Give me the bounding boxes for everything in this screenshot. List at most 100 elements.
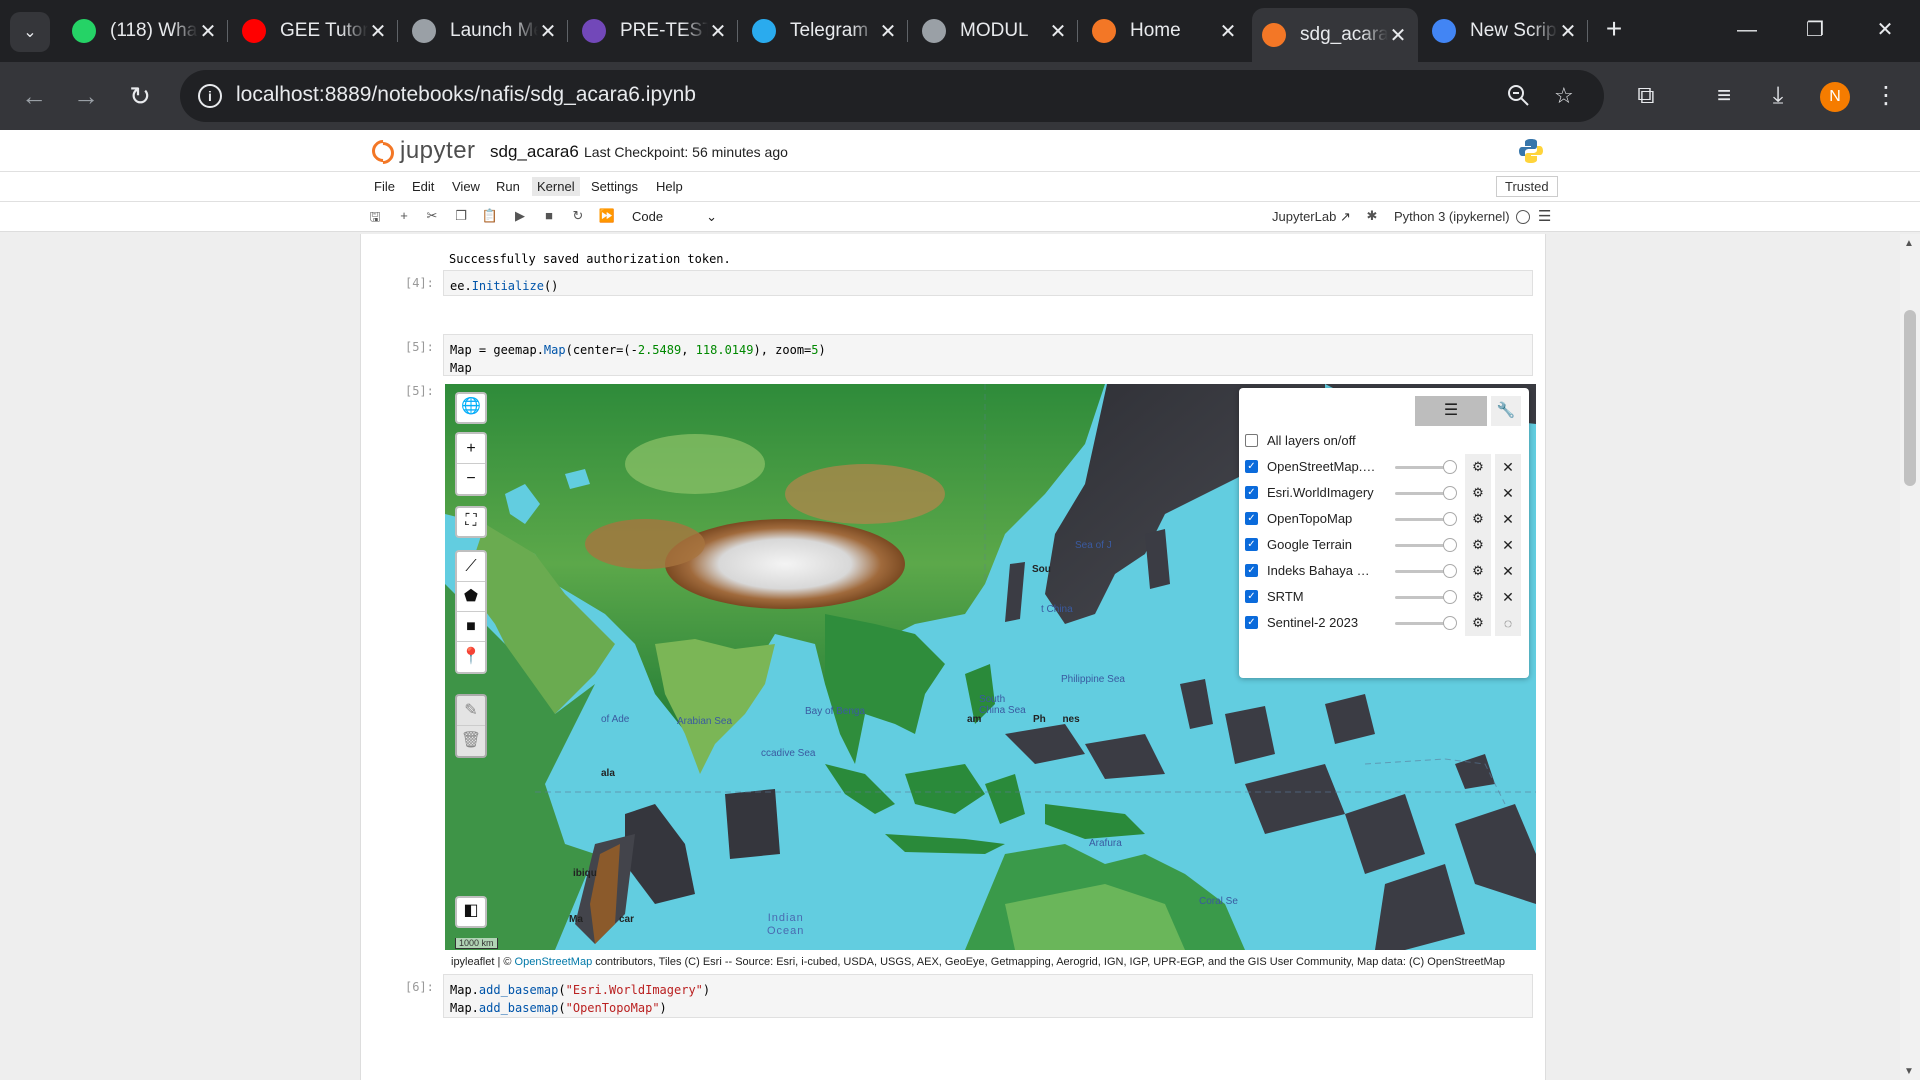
menu-run[interactable]: Run: [496, 179, 520, 194]
browser-tab[interactable]: PRE-TEST ✕: [572, 8, 738, 54]
menu-kernel[interactable]: Kernel: [532, 177, 580, 196]
page-scrollbar[interactable]: ▲ ▼: [1900, 234, 1920, 1080]
cut-icon[interactable]: ✂: [422, 208, 442, 224]
forward-button[interactable]: →: [66, 76, 106, 116]
browser-tab[interactable]: GEE Tutorial✕: [232, 8, 398, 54]
slider-handle[interactable]: [1443, 538, 1457, 552]
menu-settings[interactable]: Settings: [591, 179, 638, 194]
layer-visibility-checkbox[interactable]: ✓: [1245, 460, 1258, 473]
close-tab-icon[interactable]: ✕: [1218, 19, 1238, 44]
restore-button[interactable]: ❐: [1790, 10, 1840, 50]
close-tab-icon[interactable]: ✕: [1048, 19, 1068, 44]
code-cell-5[interactable]: Map = geemap.Map(center=(-2.5489, 118.01…: [443, 334, 1533, 376]
jupyterlab-link[interactable]: JupyterLab ↗: [1272, 209, 1351, 225]
cell-type-select[interactable]: Code ⌄: [632, 209, 717, 224]
layer-visibility-checkbox[interactable]: ✓: [1245, 590, 1258, 603]
browser-tab[interactable]: New Script ✕: [1422, 8, 1588, 54]
close-window-button[interactable]: ✕: [1860, 10, 1910, 50]
back-button[interactable]: ←: [14, 76, 54, 116]
scroll-down-icon[interactable]: ▼: [1904, 1066, 1914, 1077]
gear-icon[interactable]: ⚙: [1465, 506, 1491, 532]
slider-handle[interactable]: [1443, 616, 1457, 630]
layer-visibility-checkbox[interactable]: ✓: [1245, 616, 1258, 629]
close-icon[interactable]: ✕: [1495, 480, 1521, 506]
restart-icon[interactable]: ↻: [568, 208, 588, 224]
wrench-icon[interactable]: 🔧: [1491, 396, 1521, 426]
fullscreen-icon[interactable]: ⛶: [455, 506, 487, 538]
layer-visibility-checkbox[interactable]: ✓: [1245, 486, 1258, 499]
trusted-indicator[interactable]: Trusted: [1496, 176, 1558, 197]
jupyter-logo[interactable]: jupyter: [367, 135, 476, 169]
close-tab-icon[interactable]: ✕: [708, 19, 728, 44]
close-icon[interactable]: ✕: [1495, 558, 1521, 584]
kernel-debug-icon[interactable]: ✱: [1362, 208, 1382, 224]
property-inspector-icon[interactable]: ☰: [1538, 207, 1551, 225]
slider-handle[interactable]: [1443, 460, 1457, 474]
close-icon[interactable]: ✕: [1495, 506, 1521, 532]
browser-tab[interactable]: Telegram ✕: [742, 8, 908, 54]
code-cell-6[interactable]: Map.add_basemap("Esri.WorldImagery") Map…: [443, 974, 1533, 1018]
layer-visibility-checkbox[interactable]: ✓: [1245, 564, 1258, 577]
layers-list-icon[interactable]: ☰: [1415, 396, 1487, 426]
draw-marker-icon[interactable]: 📍: [457, 642, 485, 672]
draw-rectangle-icon[interactable]: ■: [457, 612, 485, 642]
slider-handle[interactable]: [1443, 486, 1457, 500]
scrollbar-thumb[interactable]: [1904, 310, 1916, 486]
menu-help[interactable]: Help: [656, 179, 683, 194]
stop-icon[interactable]: ■: [539, 208, 559, 223]
zoom-out-button[interactable]: −: [457, 464, 485, 494]
copy-icon[interactable]: ❐: [451, 208, 471, 224]
gear-icon[interactable]: ⚙: [1465, 610, 1491, 636]
profile-avatar[interactable]: N: [1820, 82, 1850, 112]
site-info-icon[interactable]: i: [198, 84, 222, 108]
browser-tab[interactable]: MODUL ✕: [912, 8, 1078, 54]
gear-icon[interactable]: ⚙: [1465, 584, 1491, 610]
all-layers-checkbox[interactable]: [1245, 434, 1258, 447]
save-icon[interactable]: 🖫: [365, 208, 385, 230]
close-tab-icon[interactable]: ✕: [368, 19, 388, 44]
gear-icon[interactable]: ⚙: [1465, 532, 1491, 558]
close-tab-icon[interactable]: ✕: [1388, 23, 1408, 48]
notebook-title[interactable]: sdg_acara6: [490, 142, 579, 162]
download-icon[interactable]: ⤓: [1758, 76, 1798, 116]
address-bar[interactable]: i localhost:8889/notebooks/nafis/sdg_aca…: [180, 70, 1604, 122]
gear-icon[interactable]: ⚙: [1465, 454, 1491, 480]
close-icon[interactable]: ✕: [1495, 584, 1521, 610]
paste-icon[interactable]: 📋: [480, 208, 500, 224]
close-icon[interactable]: ✕: [1495, 532, 1521, 558]
edit-layers-icon[interactable]: ✎: [457, 696, 485, 726]
browser-tab[interactable]: (118) WhatsApp✕: [62, 8, 228, 54]
layer-visibility-checkbox[interactable]: ✓: [1245, 538, 1258, 551]
tab-search-button[interactable]: ⌄: [10, 12, 50, 52]
new-tab-button[interactable]: +: [1598, 14, 1630, 46]
menu-view[interactable]: View: [452, 179, 480, 194]
bookmark-star-icon[interactable]: ☆: [1554, 83, 1574, 109]
kernel-name[interactable]: Python 3 (ipykernel): [1394, 209, 1510, 224]
close-icon[interactable]: ✕: [1495, 454, 1521, 480]
browser-tab[interactable]: sdg_acara6✕: [1252, 8, 1418, 62]
reload-button[interactable]: ↻: [120, 76, 160, 116]
insert-cell-icon[interactable]: +: [394, 208, 414, 223]
slider-handle[interactable]: [1443, 590, 1457, 604]
more-menu-icon[interactable]: ⋮: [1866, 76, 1906, 116]
openstreetmap-link[interactable]: OpenStreetMap: [515, 956, 593, 968]
scroll-up-icon[interactable]: ▲: [1904, 238, 1914, 249]
layer-visibility-checkbox[interactable]: ✓: [1245, 512, 1258, 525]
run-icon[interactable]: ▶: [510, 208, 530, 224]
map-widget[interactable]: Sea of J Sou t China Philippine Sea Sout…: [445, 384, 1536, 950]
zoom-in-button[interactable]: +: [457, 434, 485, 464]
close-tab-icon[interactable]: ✕: [538, 19, 558, 44]
run-all-icon[interactable]: ⏩: [597, 208, 617, 224]
draw-polyline-icon[interactable]: ⟋: [457, 552, 485, 582]
extensions-icon[interactable]: ⧉: [1626, 76, 1666, 116]
media-control-icon[interactable]: ≡: [1704, 76, 1744, 116]
close-tab-icon[interactable]: ✕: [198, 19, 218, 44]
gear-icon[interactable]: ⚙: [1465, 558, 1491, 584]
close-tab-icon[interactable]: ✕: [878, 19, 898, 44]
slider-handle[interactable]: [1443, 564, 1457, 578]
globe-icon[interactable]: 🌐: [455, 392, 487, 424]
browser-tab[interactable]: Launch Meeting✕: [402, 8, 568, 54]
zoom-icon[interactable]: [1506, 83, 1530, 113]
all-layers-toggle[interactable]: All layers on/off: [1243, 428, 1525, 454]
browser-tab[interactable]: Home ✕: [1082, 8, 1248, 54]
